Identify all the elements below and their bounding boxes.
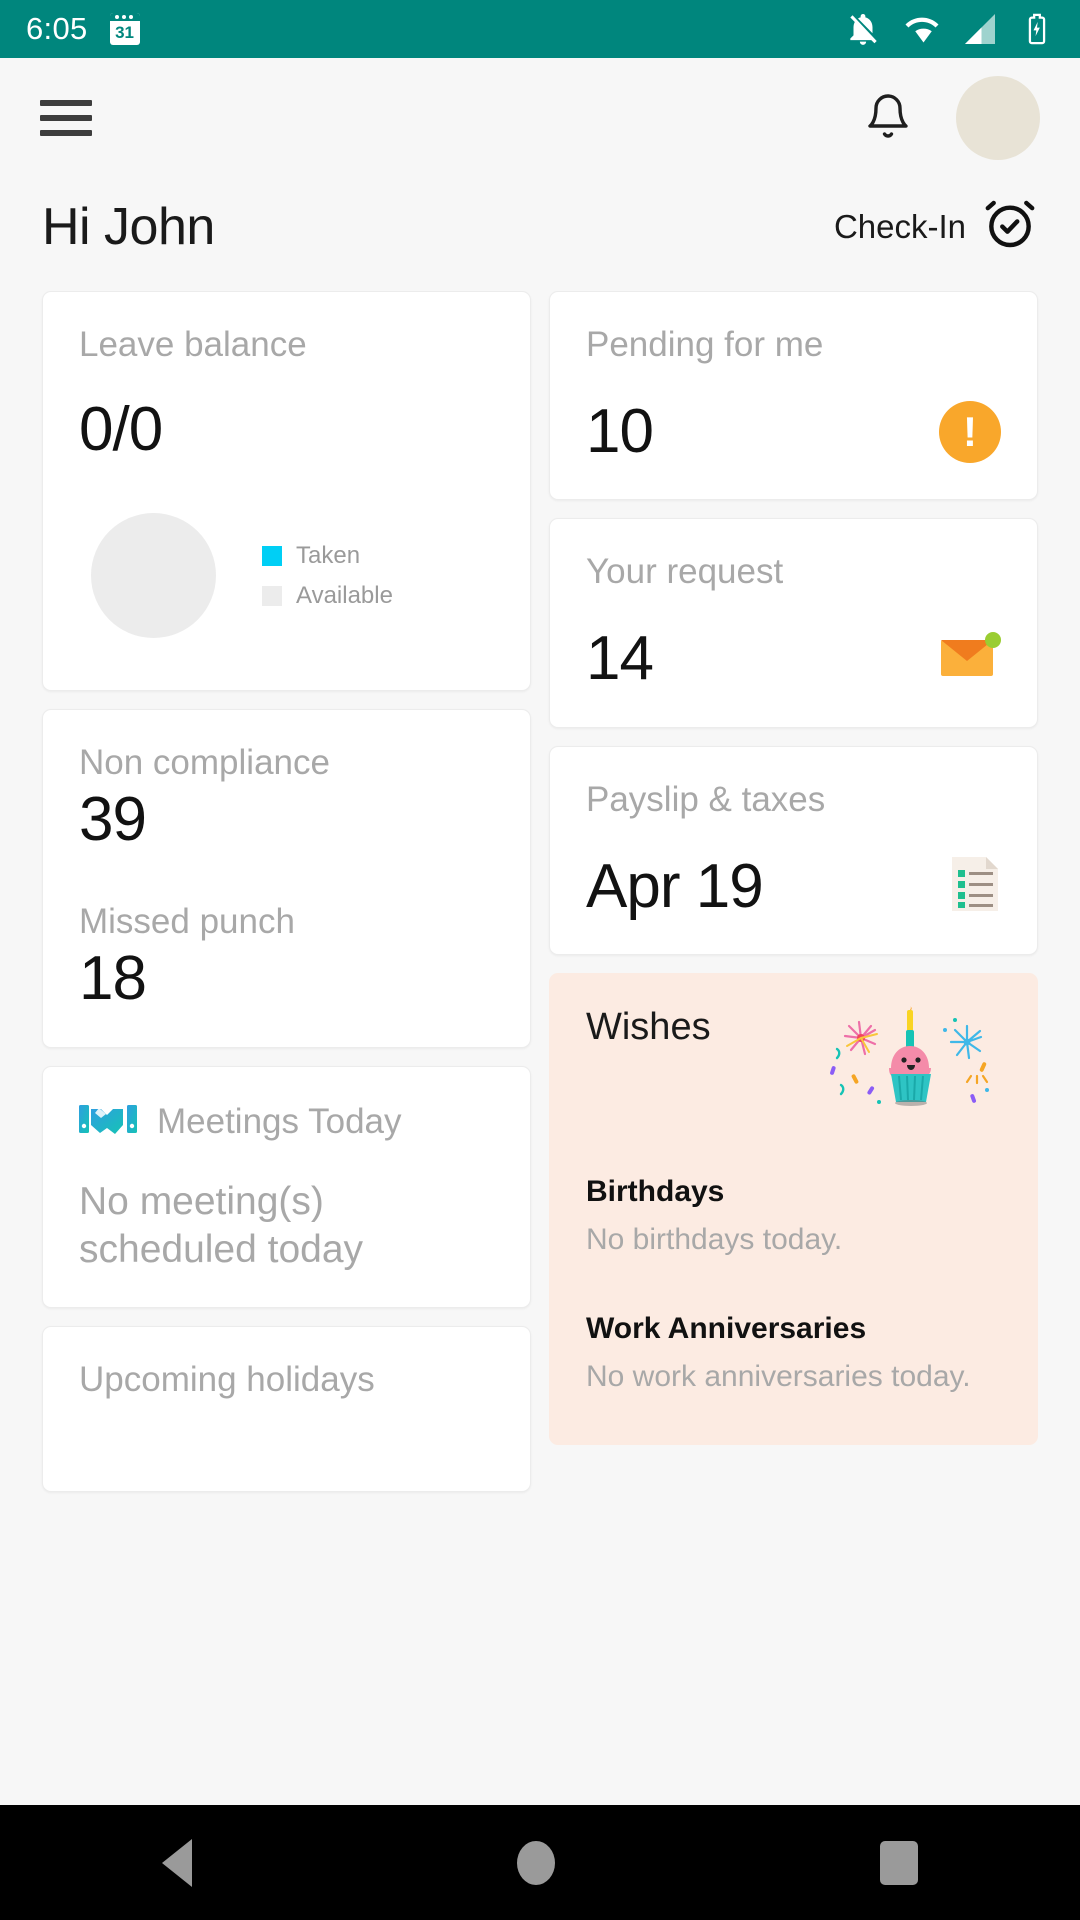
dashboard-grid: Leave balance 0/0 Taken Available Non co…: [0, 291, 1080, 1751]
dashboard-right-column: Pending for me 10 ! Your request 14 Pays…: [549, 291, 1038, 1445]
card-value-row: 10 !: [586, 396, 1001, 467]
meetings-header: Meetings Today: [79, 1099, 494, 1146]
greeting-row: Hi John Check-In: [0, 178, 1080, 291]
legend-item: Taken: [262, 542, 393, 570]
check-in-label: Check-In: [833, 207, 966, 245]
page-title: Hi John: [42, 197, 215, 256]
leave-balance-donut-chart: [91, 513, 216, 639]
legend-swatch-available: [262, 585, 282, 606]
wifi-icon: [904, 11, 940, 47]
hamburger-line: [40, 130, 92, 136]
card-payslip-taxes[interactable]: Payslip & taxes Apr 19: [549, 745, 1038, 955]
receipt-list-icon: [949, 855, 1001, 918]
card-spacer: [79, 855, 494, 901]
card-title: Non compliance: [79, 743, 330, 782]
hamburger-line: [40, 100, 92, 106]
legend-label: Available: [296, 581, 393, 609]
avatar[interactable]: [956, 76, 1040, 160]
legend-swatch-taken: [262, 545, 282, 566]
card-value: 0/0: [79, 395, 163, 464]
hamburger-menu-icon[interactable]: [40, 100, 92, 136]
wishes-anniversaries-title: Work Anniversaries: [586, 1312, 867, 1346]
card-leave-balance[interactable]: Leave balance 0/0 Taken Available: [42, 291, 531, 691]
bell-icon[interactable]: [864, 92, 912, 145]
recents-button[interactable]: [879, 1840, 918, 1885]
home-button[interactable]: [516, 1840, 555, 1885]
warning-exclamation-icon: !: [939, 400, 1001, 463]
android-nav-bar: [0, 1805, 1080, 1920]
card-title: Meetings Today: [157, 1102, 402, 1142]
leave-balance-chart-row: Taken Available: [79, 513, 494, 639]
card-title: Wishes: [586, 1005, 711, 1048]
card-value-row: Apr 19: [586, 851, 1001, 922]
leave-balance-legend: Taken Available: [262, 542, 393, 610]
handshake-icon: [79, 1099, 137, 1146]
card-upcoming-holidays[interactable]: Upcoming holidays: [42, 1326, 531, 1493]
dashboard-left-column: Leave balance 0/0 Taken Available Non co…: [42, 291, 531, 1493]
card-value: Apr 19: [586, 851, 764, 921]
app-bar: [0, 58, 1080, 178]
wishes-birthdays-title: Birthdays: [586, 1174, 725, 1208]
back-button[interactable]: [162, 1838, 193, 1887]
card-title: Leave balance: [79, 325, 307, 364]
hamburger-line: [40, 115, 92, 121]
card-value: 39: [79, 785, 147, 854]
card-value: 10: [586, 397, 654, 466]
battery-charging-icon: [1020, 12, 1054, 46]
phone-screen: 6:05 31 Hi John Check-In Leave balance 0…: [0, 0, 1080, 1920]
card-title: Your request: [586, 552, 784, 592]
card-meetings-today[interactable]: Meetings Today No meeting(s) scheduled t…: [42, 1065, 531, 1309]
card-title: Pending for me: [586, 325, 824, 364]
legend-item: Available: [262, 582, 393, 610]
card-value: 14: [586, 624, 654, 694]
check-in-button[interactable]: Check-In: [834, 196, 1038, 257]
status-bar-time: 6:05: [26, 11, 88, 46]
status-bar: 6:05 31: [0, 0, 1080, 58]
card-non-compliance[interactable]: Non compliance 39 Missed punch 18: [42, 709, 531, 1048]
card-subtitle-missed-punch: Missed punch: [79, 902, 295, 942]
calendar-icon: 31: [109, 13, 140, 45]
wishes-header: Wishes: [586, 1005, 1001, 1121]
birthday-cupcake-icon: [821, 1005, 1001, 1121]
wishes-anniversaries-body: No work anniversaries today.: [586, 1360, 971, 1394]
card-value-row: 14: [586, 623, 1001, 694]
legend-label: Taken: [296, 541, 361, 569]
alarm-check-icon: [982, 196, 1038, 257]
card-title: Upcoming holidays: [79, 1360, 375, 1400]
card-wishes[interactable]: Wishes Birthdays No birthdays today. Wor…: [549, 972, 1038, 1445]
meetings-empty-message: No meeting(s) scheduled today: [79, 1179, 364, 1272]
status-bar-icons: [844, 10, 1054, 48]
signal-icon: [962, 11, 998, 47]
card-value-missed-punch: 18: [79, 944, 147, 1014]
card-your-request[interactable]: Your request 14: [549, 518, 1038, 728]
card-pending-for-me[interactable]: Pending for me 10 !: [549, 291, 1038, 501]
wishes-birthdays-body: No birthdays today.: [586, 1222, 843, 1256]
envelope-icon: [939, 630, 1001, 687]
notifications-off-icon: [844, 10, 882, 48]
card-title: Payslip & taxes: [586, 779, 826, 819]
